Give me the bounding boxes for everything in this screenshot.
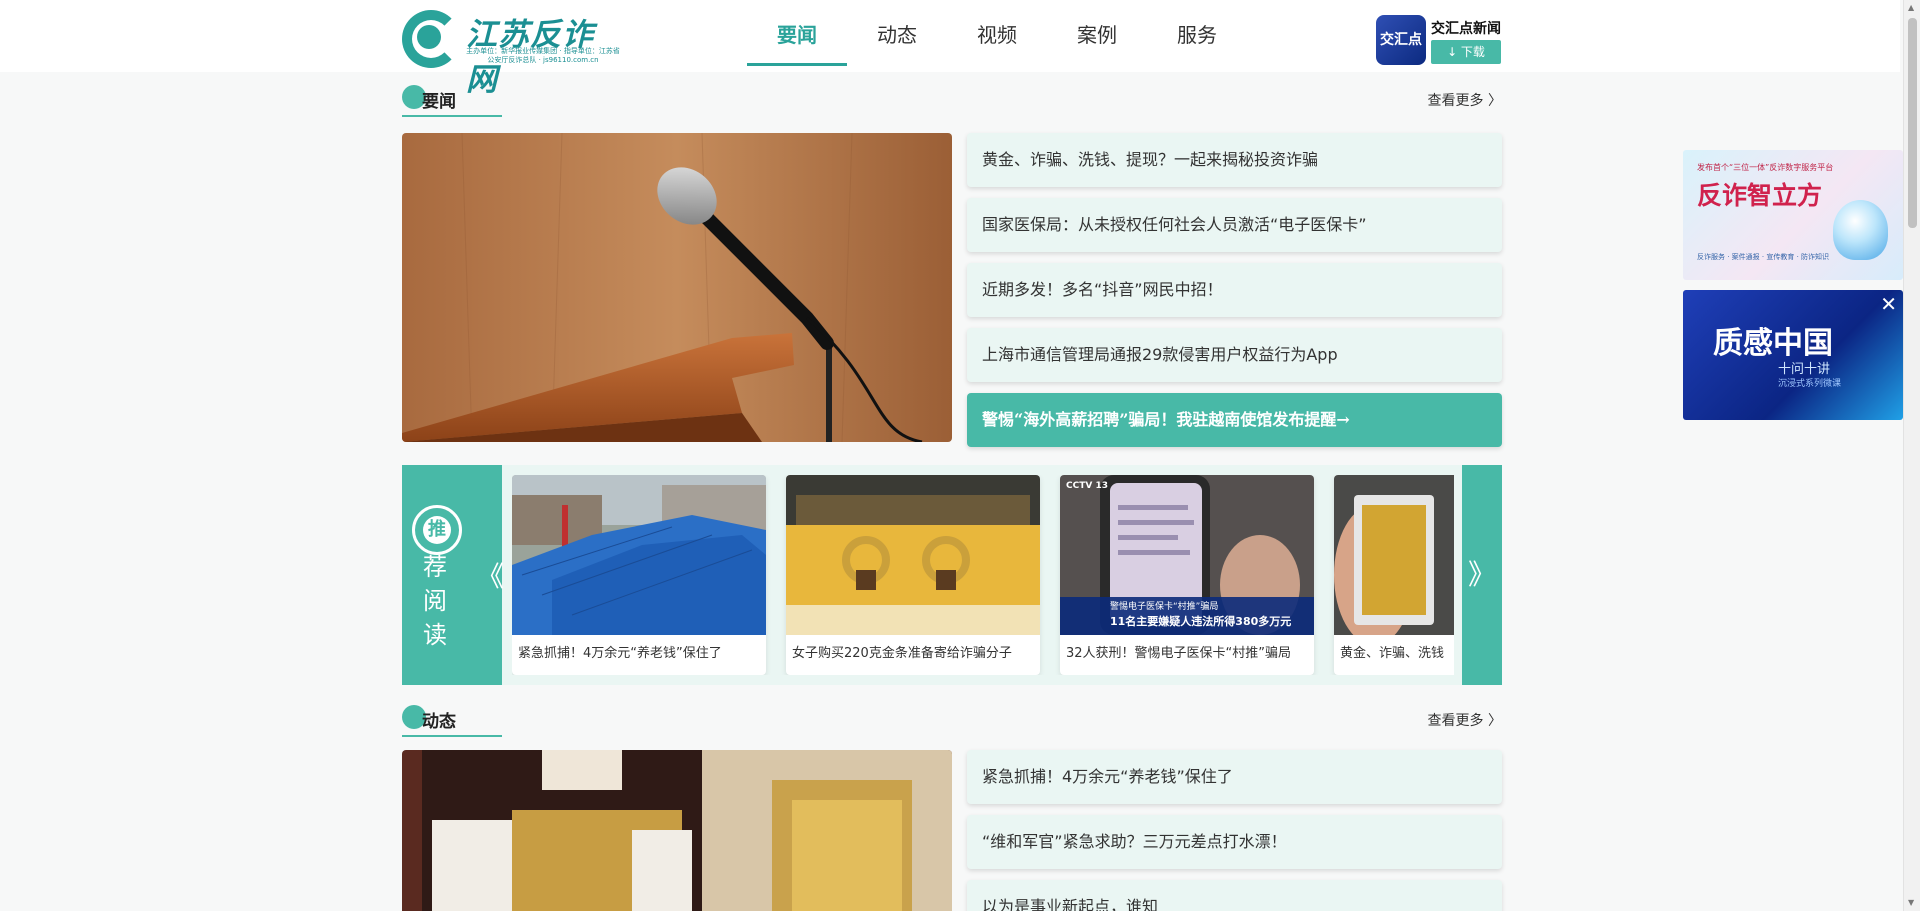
ad-footer-text: 沉浸式系列微课 <box>1778 379 1842 389</box>
recommended-sidebar: 推 荐阅读 《 <box>402 465 504 685</box>
logo-subtitle: 主办单位：新华报业传媒集团 · 指导单位：江苏省公安厅反诈总队 · js9611… <box>466 47 620 64</box>
nav-item-video[interactable]: 视频 <box>947 0 1047 66</box>
scroll-up-arrow-icon[interactable]: ▲ <box>1908 3 1914 12</box>
robot-mascot-icon <box>1833 200 1888 260</box>
recommend-card[interactable]: 女子购买220克金条准备寄给诈骗分子 <box>786 475 1040 675</box>
dynamic-section-header: 动态 查看更多 〉 <box>402 704 1502 738</box>
recommend-card[interactable]: CCTV 13 警惕电子医保卡“村推”骗局 11名主要嫌疑人违法所得380多万元… <box>1060 475 1314 675</box>
view-more-link[interactable]: 查看更多 〉 <box>1428 710 1502 730</box>
section-underline <box>402 115 502 117</box>
news-item[interactable]: 紧急抓捕！4万余元“养老钱”保住了 <box>967 750 1502 804</box>
ad-banner-quality-china[interactable]: 质感中国 十问十讲 沉浸式系列微课 ✕ <box>1683 290 1903 420</box>
microphone-podium-image <box>402 133 952 442</box>
recommend-label: 荐阅读 <box>423 553 447 649</box>
blue-tent-street-image <box>512 475 766 635</box>
carousel-track: 紧急抓捕！4万余元“养老钱”保住了 女子购买220克金条准备寄给诈骗分子 CCT… <box>512 475 1454 675</box>
app-download-button[interactable]: ↓ 下载 <box>1431 40 1501 64</box>
ad-banner-anti-fraud-cube[interactable]: 发布首个“三位一体”反诈数字服务平台 反诈智立方 反诈服务 · 案件通报 · 宣… <box>1683 150 1903 280</box>
headlines-section-header: 要闻 查看更多 〉 <box>402 84 1502 118</box>
gold-bar-hand-image <box>1334 475 1454 635</box>
ad-small-text: 发布首个“三位一体”反诈数字服务平台 <box>1697 163 1834 172</box>
gold-bars-package-image <box>402 750 952 911</box>
recommend-badge-icon: 推 <box>412 505 462 555</box>
overlay-text: 11名主要嫌疑人违法所得380多万元 <box>1110 615 1292 628</box>
card-caption: 黄金、诈骗、洗钱 <box>1340 646 1445 661</box>
nav-item-cases[interactable]: 案例 <box>1047 0 1147 66</box>
site-header: 江苏反诈网 主办单位：新华报业传媒集团 · 指导单位：江苏省公安厅反诈总队 · … <box>0 0 1900 98</box>
headlines-news-list: 黄金、诈骗、洗钱、提现？一起来揭秘投资诈骗 国家医保局：从未授权任何社会人员激活… <box>967 133 1502 458</box>
ad-footer-text: 反诈服务 · 案件通报 · 宣传教育 · 防诈知识 <box>1697 253 1830 261</box>
card-thumbnail <box>786 475 1040 635</box>
news-item[interactable]: 黄金、诈骗、洗钱、提现？一起来揭秘投资诈骗 <box>967 133 1502 187</box>
card-caption: 32人获刑！警惕电子医保卡“村推”骗局 <box>1066 646 1292 661</box>
card-caption: 紧急抓捕！4万余元“养老钱”保住了 <box>518 646 722 661</box>
page-scrollbar[interactable]: ▲ ▼ <box>1903 0 1920 911</box>
news-item[interactable]: “维和军官”紧急求助？三万元差点打水漂！ <box>967 815 1502 869</box>
ad-title: 反诈智立方 <box>1697 181 1823 210</box>
section-title: 要闻 <box>422 92 456 112</box>
close-icon[interactable]: ✕ <box>1880 292 1897 316</box>
section-underline <box>402 735 502 737</box>
news-item[interactable]: 上海市通信管理局通报29款侵害用户权益行为App <box>967 328 1502 382</box>
news-item[interactable]: 国家医保局：从未授权任何社会人员激活“电子医保卡” <box>967 198 1502 252</box>
nav-item-dynamic[interactable]: 动态 <box>847 0 947 66</box>
nav-item-headlines[interactable]: 要闻 <box>747 0 847 66</box>
recommend-card[interactable]: 黄金、诈骗、洗钱 <box>1334 475 1454 675</box>
main-nav: 要闻 动态 视频 案例 服务 <box>747 0 1247 66</box>
view-more-link[interactable]: 查看更多 〉 <box>1428 90 1502 110</box>
recommend-card[interactable]: 紧急抓捕！4万余元“养老钱”保住了 <box>512 475 766 675</box>
card-thumbnail <box>1334 475 1454 635</box>
card-thumbnail: CCTV 13 警惕电子医保卡“村推”骗局 11名主要嫌疑人违法所得380多万元 <box>1060 475 1314 635</box>
card-thumbnail <box>512 475 766 635</box>
news-item[interactable]: 以为是事业新起点，谁知 <box>967 880 1502 911</box>
site-logo[interactable]: 江苏反诈网 主办单位：新华报业传媒集团 · 指导单位：江苏省公安厅反诈总队 · … <box>402 9 622 98</box>
ad-title: 质感中国 <box>1713 326 1833 361</box>
gold-bracelets-image <box>786 475 1040 635</box>
dynamic-feature-image[interactable] <box>402 750 952 911</box>
headline-feature-image[interactable] <box>402 133 952 442</box>
scrollbar-thumb[interactable] <box>1908 18 1917 228</box>
channel-logo: CCTV 13 <box>1066 481 1108 491</box>
ad-subtitle: 十问十讲 <box>1778 362 1831 377</box>
section-title: 动态 <box>422 712 456 732</box>
news-item[interactable]: 近期多发！多名“抖音”网民中招！ <box>967 263 1502 317</box>
overlay-title: 警惕电子医保卡“村推”骗局 <box>1110 602 1219 612</box>
card-caption: 女子购买220克金条准备寄给诈骗分子 <box>792 646 1012 661</box>
dynamic-news-list: 紧急抓捕！4万余元“养老钱”保住了 “维和军官”紧急求助？三万元差点打水漂！ 以… <box>967 750 1502 911</box>
scroll-down-arrow-icon[interactable]: ▼ <box>1908 898 1914 907</box>
recommend-badge-text: 推 <box>423 516 451 544</box>
carousel-prev-arrow-icon[interactable]: 《 <box>476 555 504 595</box>
nav-item-services[interactable]: 服务 <box>1147 0 1247 66</box>
logo-dot-icon <box>417 25 441 49</box>
news-item-highlight[interactable]: 警惕“海外高薪招聘”骗局！我驻越南使馆发布提醒→ <box>967 393 1502 447</box>
app-name: 交汇点新闻 <box>1431 21 1501 37</box>
recommended-reading-carousel: 推 荐阅读 《 紧急抓捕！4万余元“养老钱”保住了 女子购买220克金条准备寄给… <box>402 465 1502 685</box>
carousel-next-arrow-icon[interactable]: 》 <box>1462 465 1502 685</box>
app-icon[interactable]: 交汇点 <box>1376 15 1426 65</box>
